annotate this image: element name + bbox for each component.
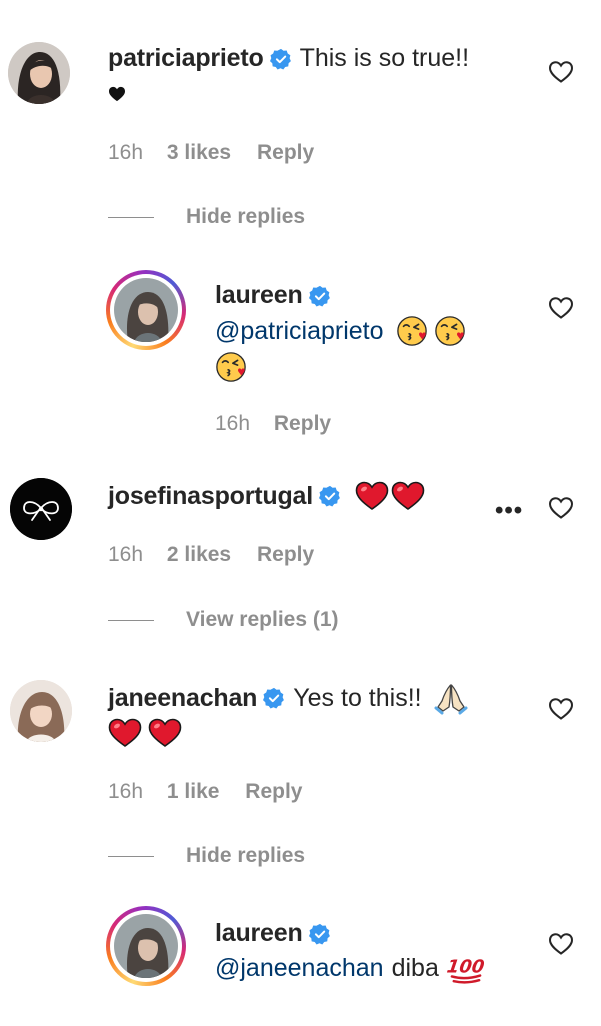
verified-badge-icon — [319, 485, 341, 507]
emoji-line — [108, 718, 182, 748]
profile-photo-icon — [10, 680, 72, 742]
like-heart-icon[interactable] — [548, 932, 574, 956]
avatar[interactable] — [10, 680, 72, 742]
hide-replies-button[interactable]: Hide replies — [108, 205, 305, 229]
comment-meta: 16h 1 like Reply — [108, 780, 302, 804]
folded-hands-icon — [434, 681, 468, 715]
toggle-label: Hide replies — [186, 205, 306, 228]
reply-button[interactable]: Reply — [245, 780, 302, 803]
username[interactable]: laureen — [215, 281, 303, 310]
likes-count[interactable]: 1 like — [167, 780, 220, 803]
like-heart-icon[interactable] — [548, 697, 574, 721]
red-heart-icon — [391, 481, 425, 511]
timestamp[interactable]: 16h — [108, 141, 143, 164]
story-ring-avatar[interactable] — [106, 906, 186, 986]
comment-meta: 16h 2 likes Reply — [108, 543, 314, 567]
comment-line: patriciaprieto This is so true!! — [108, 44, 469, 73]
avatar[interactable] — [8, 42, 70, 104]
username[interactable]: janeenachan — [108, 684, 257, 713]
bow-logo-icon — [10, 478, 72, 540]
red-heart-icon — [148, 718, 182, 748]
username[interactable]: josefinasportugal — [108, 482, 313, 511]
reply-button[interactable]: Reply — [257, 543, 314, 566]
likes-count[interactable]: 3 likes — [167, 141, 231, 164]
reply-meta: 16h Reply — [215, 412, 331, 436]
divider-line — [108, 619, 154, 621]
username[interactable]: laureen — [215, 919, 303, 948]
reply-line: laureen — [215, 281, 339, 310]
red-heart-icon — [355, 481, 389, 511]
profile-photo-icon — [114, 914, 178, 978]
view-replies-button[interactable]: View replies (1) — [108, 608, 339, 632]
reply-button[interactable]: Reply — [274, 412, 331, 435]
verified-badge-icon — [263, 687, 285, 709]
toggle-label: Hide replies — [186, 844, 306, 867]
mention-link[interactable]: @patriciaprieto — [215, 317, 384, 346]
likes-count[interactable]: 2 likes — [167, 543, 231, 566]
toggle-label: View replies (1) — [186, 608, 339, 631]
avatar[interactable] — [10, 478, 72, 540]
black-heart-icon — [108, 86, 126, 102]
divider-line — [108, 855, 154, 857]
divider-line — [108, 216, 154, 218]
hide-replies-button[interactable]: Hide replies — [108, 844, 305, 868]
hundred-points-icon — [447, 952, 485, 984]
reply-body: diba — [391, 953, 439, 982]
verified-badge-icon — [309, 285, 331, 307]
comment-line: janeenachan Yes to this!! — [108, 681, 468, 715]
kissing-face-icon — [215, 351, 247, 383]
kissing-face-icon — [396, 315, 428, 347]
mention-link[interactable]: @janeenachan — [215, 954, 384, 983]
kissing-face-icon — [434, 315, 466, 347]
verified-badge-icon — [309, 923, 331, 945]
timestamp[interactable]: 16h — [108, 780, 143, 803]
comment-line: josefinasportugal — [108, 481, 425, 511]
timestamp[interactable]: 16h — [108, 543, 143, 566]
like-heart-icon[interactable] — [548, 296, 574, 320]
reply-line: laureen — [215, 919, 339, 948]
reply-text: @patriciaprieto — [215, 315, 466, 347]
profile-photo-icon — [114, 278, 178, 342]
comment-text: Yes to this!! — [293, 683, 422, 712]
username[interactable]: patriciaprieto — [108, 44, 264, 73]
comment-meta: 16h 3 likes Reply — [108, 141, 314, 165]
verified-badge-icon — [270, 48, 292, 70]
timestamp[interactable]: 16h — [215, 412, 250, 435]
more-options-button[interactable]: ••• — [495, 497, 523, 525]
like-heart-icon[interactable] — [548, 496, 574, 520]
red-heart-icon — [108, 718, 142, 748]
like-heart-icon[interactable] — [548, 60, 574, 84]
profile-photo-icon — [8, 42, 70, 104]
reply-text: @janeenachan diba — [215, 952, 485, 984]
reply-button[interactable]: Reply — [257, 141, 314, 164]
comment-text: This is so true!! — [299, 44, 470, 72]
story-ring-avatar[interactable] — [106, 270, 186, 350]
